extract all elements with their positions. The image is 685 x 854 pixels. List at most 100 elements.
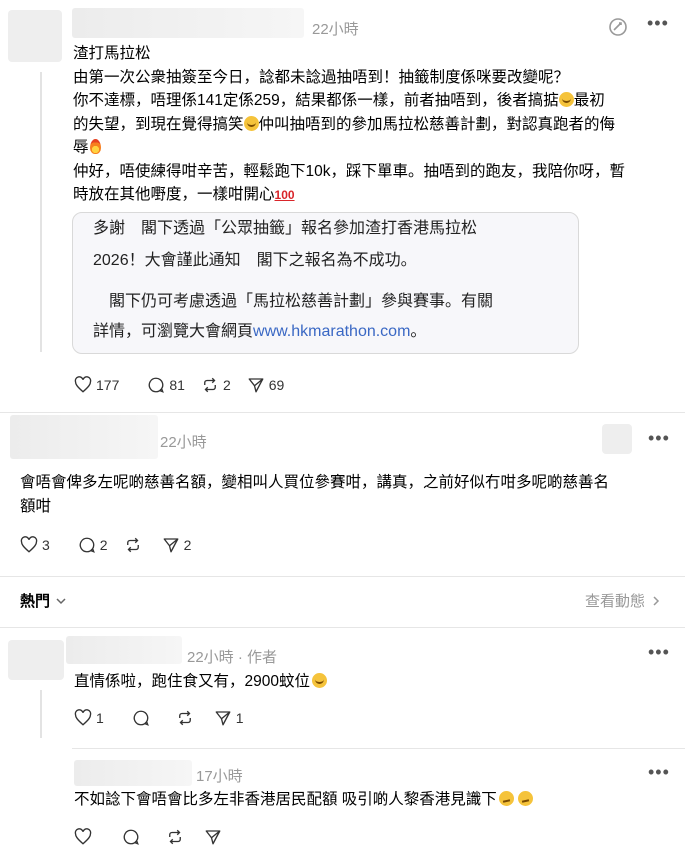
like-count: 177 — [96, 377, 120, 393]
reply1-actions: 3 2 2 — [20, 536, 207, 554]
reply1-username[interactable] — [10, 415, 158, 459]
heart-icon — [20, 536, 38, 553]
share-count: 1 — [235, 710, 244, 726]
chevron-right-icon — [653, 595, 660, 606]
share-button[interactable]: 2 — [162, 536, 192, 554]
share-icon — [248, 378, 264, 393]
share-icon — [205, 830, 221, 845]
post-more-icon[interactable]: ••• — [647, 13, 669, 34]
reply1-thumbnail — [602, 424, 632, 454]
divider — [0, 412, 685, 413]
reply2-time[interactable]: 22小時 — [187, 649, 234, 666]
comment-button[interactable]: 2 — [78, 536, 108, 554]
translate-icon[interactable] — [608, 17, 628, 42]
card-line: 多謝 閣下透過「公眾抽籤」報名參加渣打香港馬拉松 — [93, 220, 478, 237]
chevron-down-icon — [56, 597, 66, 604]
grin-emoji-icon — [311, 673, 327, 688]
comment-button[interactable]: 81 — [147, 376, 185, 394]
reply2-avatar[interactable] — [8, 640, 64, 680]
post-title: 渣打馬拉松 — [73, 45, 151, 62]
reply3-actions — [74, 828, 238, 846]
post-username[interactable] — [72, 8, 304, 38]
repost-icon — [178, 710, 191, 726]
reply3-text: 不如諗下會唔會比多左非香港居民配額 吸引啲人黎香港見識下 — [74, 791, 497, 808]
like-button[interactable] — [74, 828, 92, 846]
comment-icon — [133, 710, 149, 726]
repost-icon — [126, 537, 139, 553]
repost-button[interactable]: 2 — [201, 376, 231, 394]
post-line: 的失望，到現在覺得搞笑 仲叫抽唔到的參加馬拉松慈善計劃，對認真跑者的侮 — [73, 115, 616, 133]
hundred-points-emoji-icon: 100 — [274, 188, 295, 202]
repost-icon — [169, 829, 181, 845]
comment-count: 81 — [169, 377, 185, 393]
reply2-text: 直情係啦，跑住食又有，2900蚊位 — [74, 673, 310, 690]
divider — [0, 576, 685, 577]
reply2-more-icon[interactable]: ••• — [648, 642, 670, 663]
like-button[interactable]: 3 — [20, 536, 50, 554]
reply2-username[interactable] — [66, 636, 182, 664]
repost-icon — [204, 377, 216, 393]
share-count: 2 — [183, 537, 192, 553]
reply1-line: 額咁 — [20, 497, 52, 515]
like-button[interactable]: 1 — [74, 709, 104, 727]
share-icon — [215, 711, 231, 726]
grin-emoji-icon — [243, 115, 259, 131]
comment-icon — [148, 377, 165, 393]
card-line: 閣下仍可考慮透過「馬拉松慈善計劃」參與賽事。有關 — [93, 293, 494, 310]
reply3-username[interactable] — [74, 760, 192, 786]
like-button[interactable]: 177 — [74, 376, 119, 394]
view-activity-link[interactable]: 查看動態 — [585, 590, 663, 611]
repost-count: 2 — [222, 377, 231, 393]
comment-count: 2 — [99, 537, 108, 553]
author-tag: 作者 — [247, 649, 278, 666]
quoted-image-card[interactable]: 多謝 閣下透過「公眾抽籤」報名參加渣打香港馬拉松 2026！大會謹此通知 閣下之… — [72, 212, 579, 354]
card-line: 2026！大會謹此通知 閣下之報名為不成功。 — [93, 252, 417, 269]
post-time[interactable]: 22小時 — [312, 18, 359, 39]
post-line: 由第一次公衆抽簽至今日，諗都未諗過抽唔到！抽籤制度係咪要改變呢？ — [73, 68, 570, 86]
rofl-emoji-icon — [558, 92, 574, 107]
post-line: 你不達標，唔理係141定係259，結果都係一樣，前者抽唔到，後者搞掂 最初 — [73, 92, 605, 109]
heart-icon — [74, 828, 92, 845]
post-body: 渣打馬拉松 由第一次公衆抽簽至今日，諗都未諗過抽唔到！抽籤制度係咪要改變呢？ 你… — [73, 42, 673, 208]
post-line: 辱 — [73, 136, 673, 160]
reply1-body: 會唔會俾多左呢啲慈善名額，變相叫人買位參賽咁，講真，之前好似冇咁多呢啲慈善名 額… — [20, 471, 660, 518]
share-count: 69 — [268, 377, 285, 393]
divider — [72, 748, 685, 749]
reply1-more-icon[interactable]: ••• — [648, 428, 670, 449]
like-count: 1 — [96, 710, 104, 726]
reply3-time[interactable]: 17小時 — [196, 765, 243, 786]
fire-emoji-icon — [89, 139, 102, 154]
reply2-meta: 22小時 · 作者 — [187, 649, 278, 666]
heart-icon — [74, 376, 92, 393]
hkmarathon-link[interactable]: www.hkmarathon.com — [253, 323, 410, 340]
sort-label: 熱門 — [20, 593, 51, 610]
share-button[interactable] — [204, 828, 222, 846]
reply1-time[interactable]: 22小時 — [160, 431, 207, 452]
comment-icon — [123, 829, 139, 845]
thread-line — [40, 690, 42, 738]
reply3-more-icon[interactable]: ••• — [648, 762, 670, 783]
post-line: 仲好，唔使練得咁辛苦，輕鬆跑下10k，踩下單車。抽唔到的跑友，我陪你呀，暫 — [73, 162, 625, 180]
like-count: 3 — [42, 537, 50, 553]
card-line: 詳情，可瀏覽大會網頁www.hkmarathon.com。 — [93, 323, 427, 340]
comment-button[interactable] — [122, 828, 140, 846]
post-line: 時放在其他嘢度，一樣咁開心100 — [73, 183, 673, 208]
post-actions: 177 81 2 69 — [74, 376, 300, 394]
divider — [0, 627, 685, 628]
repost-button[interactable] — [166, 828, 184, 846]
reply1-line: 會唔會俾多左呢啲慈善名額，變相叫人買位參賽咁，講真，之前好似冇咁多呢啲慈善名 — [20, 474, 610, 491]
share-button[interactable]: 69 — [247, 376, 285, 394]
sort-dropdown[interactable]: 熱門 — [20, 590, 68, 611]
share-button[interactable]: 1 — [214, 709, 244, 727]
reply2-body: 直情係啦，跑住食又有，2900蚊位 — [74, 670, 327, 694]
share-icon — [163, 538, 179, 553]
post-avatar[interactable] — [8, 10, 62, 62]
confused-emoji-icon — [517, 791, 533, 806]
repost-button[interactable] — [124, 536, 142, 554]
comment-button[interactable] — [132, 709, 150, 727]
thread-line — [40, 72, 42, 352]
comment-icon — [79, 537, 95, 553]
heart-icon — [74, 709, 92, 726]
repost-button[interactable] — [176, 709, 194, 727]
reply2-actions: 1 1 — [74, 709, 260, 727]
